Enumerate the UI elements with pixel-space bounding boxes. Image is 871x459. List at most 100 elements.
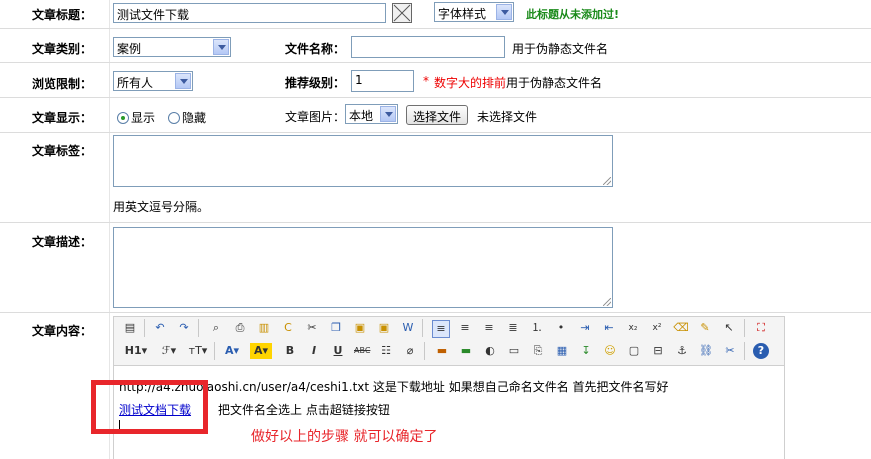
resize-grip-icon[interactable] (603, 177, 611, 185)
text-color-dropdown[interactable]: A▾ (222, 343, 242, 359)
eraser-icon[interactable]: ⌀ (402, 343, 418, 359)
category-label: 文章类别： (32, 42, 93, 56)
unordered-list-icon[interactable]: • (553, 320, 569, 336)
emoticon-icon[interactable]: ☺ (602, 343, 618, 359)
cut-icon[interactable]: ✂ (304, 320, 320, 336)
preview-icon[interactable]: ⌕ (208, 320, 224, 336)
toolbar-separator (744, 342, 745, 360)
category-select-value: 案例 (117, 42, 142, 56)
align-center-icon[interactable]: ≡ (457, 320, 473, 336)
font-family-dropdown[interactable]: ℱ▾ (158, 343, 180, 359)
color-picker-icon[interactable] (392, 3, 412, 23)
font-family-dropdown-label: ℱ (161, 344, 171, 357)
page-break-icon[interactable]: ⊟ (650, 343, 666, 359)
content-label: 文章内容： (32, 324, 93, 338)
strikethrough-button[interactable]: ABC (354, 343, 370, 359)
image-source-value: 本地 (349, 109, 374, 123)
access-label: 浏览限制： (32, 77, 93, 91)
toolbar-separator (214, 342, 215, 360)
align-justify-icon[interactable]: ≣ (505, 320, 521, 336)
heading-dropdown-label: H1 (124, 344, 142, 357)
description-textarea[interactable] (113, 227, 613, 308)
subscript-icon[interactable]: x₂ (625, 320, 641, 336)
paste-icon[interactable]: ▣ (352, 320, 368, 336)
category-select[interactable]: 案例 (113, 37, 231, 57)
source-icon[interactable]: ▤ (122, 320, 138, 336)
font-size-dropdown[interactable]: тT▾ (186, 343, 210, 359)
font-style-select[interactable]: 字体样式 (434, 2, 514, 22)
resize-grip-icon[interactable] (603, 298, 611, 306)
code-icon[interactable]: C (280, 320, 296, 336)
insert-image-icon[interactable]: ▬ (434, 343, 450, 359)
show-radio-label: 显示 (131, 111, 156, 125)
annotation-text: 做好以上的步骤 就可以确定了 (251, 429, 438, 445)
filename-hint: 用于伪静态文件名 (512, 42, 609, 56)
access-select-value: 所有人 (117, 76, 154, 90)
bold-button[interactable]: B (282, 343, 298, 359)
editor-line-2: 把文件名全选上 点击超链接按钮 (218, 403, 390, 417)
content-editor[interactable]: http://a4.zhuolaoshi.cn/user/a4/ceshi1.t… (113, 366, 785, 459)
paste-text-icon[interactable]: ▣ (376, 320, 392, 336)
template-icon[interactable]: ▥ (256, 320, 272, 336)
filename-input[interactable] (351, 36, 505, 58)
print-icon[interactable]: ⎙ (232, 320, 248, 336)
pointer-icon[interactable]: ↖ (721, 320, 737, 336)
chevron-down-icon (213, 39, 229, 55)
choose-file-button[interactable]: 选择文件 (406, 105, 469, 125)
select-all-icon[interactable]: ✎ (697, 320, 713, 336)
show-radio[interactable] (117, 112, 129, 124)
annotation-highlight-box (91, 380, 208, 434)
rank-hint-red: 数字大的排前 (434, 76, 507, 90)
insert-multi-image-icon[interactable]: ▬ (458, 343, 474, 359)
insert-table-icon[interactable]: ▦ (554, 343, 570, 359)
title-input[interactable]: 测试文件下载 (113, 3, 386, 23)
description-label: 文章描述： (32, 235, 93, 249)
paste-word-icon[interactable]: W (400, 320, 416, 336)
anchor-icon[interactable]: ⚓ (674, 343, 690, 359)
fullscreen-icon[interactable]: ⛶ (753, 320, 769, 336)
filename-label: 文件名称： (285, 42, 346, 56)
row-divider (0, 62, 871, 63)
clear-format-icon[interactable]: ⌫ (673, 320, 689, 336)
row-divider (0, 222, 871, 223)
indent-icon[interactable]: ⇥ (577, 320, 593, 336)
redo-icon[interactable]: ↷ (176, 320, 192, 336)
special-char-icon[interactable]: ▢ (626, 343, 642, 359)
undo-icon[interactable]: ↶ (152, 320, 168, 336)
hide-radio-label: 隐藏 (182, 111, 207, 125)
toolbar-separator (424, 342, 425, 360)
link-icon[interactable]: ⛓ (698, 343, 714, 359)
font-style-select-value: 字体样式 (438, 7, 487, 21)
row-divider (0, 97, 871, 98)
attachment-icon[interactable]: ⎘ (530, 343, 546, 359)
copy-icon[interactable]: ❐ (328, 320, 344, 336)
toolbar-separator (422, 319, 423, 337)
ordered-list-icon[interactable]: ⒈ (529, 320, 545, 336)
horizontal-rule-icon[interactable]: ↧ (578, 343, 594, 359)
help-icon[interactable]: ? (753, 343, 769, 359)
insert-flash-icon[interactable]: ◐ (482, 343, 498, 359)
superscript-icon[interactable]: x² (649, 320, 665, 336)
underline-button[interactable]: U (330, 343, 346, 359)
tags-label: 文章标签： (32, 144, 93, 158)
toolbar-separator (144, 319, 145, 337)
format-list-icon[interactable]: ☷ (378, 343, 394, 359)
tags-textarea[interactable] (113, 135, 613, 187)
outdent-icon[interactable]: ⇤ (601, 320, 617, 336)
image-source-select[interactable]: 本地 (345, 104, 398, 124)
row-divider (0, 132, 871, 133)
align-left-icon[interactable]: ≡ (432, 320, 450, 338)
heading-dropdown[interactable]: H1▾ (122, 343, 150, 359)
insert-media-icon[interactable]: ▭ (506, 343, 522, 359)
rank-input[interactable]: 1 (351, 70, 414, 92)
title-hint: 此标题从未添加过! (526, 8, 620, 21)
toolbar-separator (744, 319, 745, 337)
toolbar-separator (198, 319, 199, 337)
font-size-dropdown-label: тT (188, 344, 202, 357)
access-select[interactable]: 所有人 (113, 71, 193, 91)
italic-button[interactable]: I (306, 343, 322, 359)
unlink-icon[interactable]: ✂ (722, 343, 738, 359)
hide-radio[interactable] (168, 112, 180, 124)
highlight-color-dropdown[interactable]: A▾ (250, 343, 272, 359)
align-right-icon[interactable]: ≡ (481, 320, 497, 336)
